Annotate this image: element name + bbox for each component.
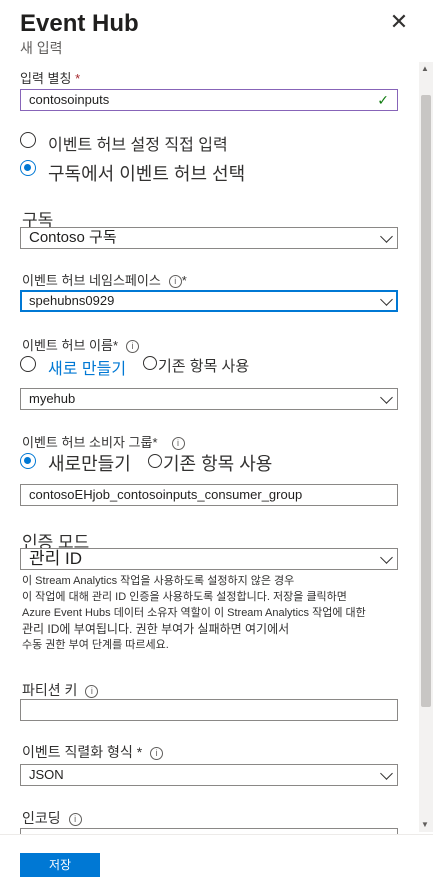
hub-name-radio-existing[interactable]: [143, 356, 157, 370]
footer-divider: [0, 834, 433, 835]
auth-mode-dropdown[interactable]: 관리 ID: [20, 548, 398, 570]
namespace-label: 이벤트 허브 네임스페이스 i *: [22, 273, 187, 289]
info-icon[interactable]: i: [150, 746, 164, 760]
radio-from-subscription[interactable]: [20, 160, 36, 176]
panel-subtitle: 새 입력: [20, 40, 63, 56]
consumer-group-radio-existing[interactable]: [148, 454, 162, 468]
consumer-group-label: 이벤트 허브 소비자 그룹* i: [22, 432, 185, 451]
consumer-group-field[interactable]: contosoEHjob_contosoinputs_consumer_grou…: [20, 484, 398, 506]
serialization-dropdown[interactable]: JSON: [20, 764, 398, 786]
radio-from-subscription-label[interactable]: 구독에서 이벤트 허브 선택: [48, 160, 245, 186]
hub-name-label: 이벤트 허브 이름* i: [22, 335, 140, 354]
radio-manual-settings[interactable]: [20, 132, 36, 148]
chevron-down-icon: [380, 551, 393, 564]
consumer-group-radio-new[interactable]: [20, 453, 36, 469]
chevron-down-icon: [380, 230, 393, 243]
info-icon[interactable]: i: [85, 684, 99, 698]
namespace-dropdown[interactable]: spehubns0929: [20, 290, 398, 312]
auth-mode-note: 이 Stream Analytics 작업을 사용하도록 설정하지 않은 경우 …: [22, 575, 366, 651]
checkmark-icon: ✓: [377, 92, 389, 108]
subscription-dropdown[interactable]: Contoso 구독: [20, 227, 398, 249]
info-icon[interactable]: i: [68, 812, 82, 826]
info-icon[interactable]: i: [126, 340, 140, 354]
scrollbar-thumb[interactable]: [421, 95, 431, 707]
radio-manual-settings-label[interactable]: 이벤트 허브 설정 직접 입력: [48, 131, 228, 155]
panel-title: Event Hub: [20, 10, 139, 37]
partition-key-field[interactable]: [20, 699, 398, 721]
hub-name-radio-new-label[interactable]: 새로 만들기: [48, 355, 126, 379]
input-alias-label: 입력 별칭 *: [20, 71, 81, 86]
hub-name-dropdown[interactable]: myehub: [20, 388, 398, 410]
serialization-label: 이벤트 직렬화 형식 * i: [22, 742, 164, 762]
close-icon[interactable]: ✕: [389, 11, 409, 33]
scroll-up-arrow-icon[interactable]: ▲: [421, 64, 429, 73]
save-button[interactable]: 저장: [20, 853, 100, 877]
chevron-down-icon: [380, 293, 393, 306]
scroll-down-arrow-icon[interactable]: ▼: [421, 820, 429, 829]
chevron-down-icon: [380, 391, 393, 404]
encoding-label: 인코딩 i: [22, 808, 82, 828]
partition-key-label: 파티션 키i: [22, 680, 99, 700]
consumer-group-radio-existing-label[interactable]: 기존 항목 사용: [163, 450, 272, 476]
required-mark: *: [75, 71, 81, 86]
hub-name-radio-existing-label[interactable]: 기존 항목 사용: [158, 355, 249, 376]
chevron-down-icon: [380, 767, 393, 780]
hub-name-radio-new[interactable]: [20, 356, 36, 372]
input-alias-field[interactable]: contosoinputs ✓: [20, 89, 398, 111]
consumer-group-radio-new-label[interactable]: 새로만들기: [48, 450, 131, 476]
info-icon[interactable]: i: [168, 275, 182, 289]
info-icon[interactable]: i: [171, 437, 185, 451]
